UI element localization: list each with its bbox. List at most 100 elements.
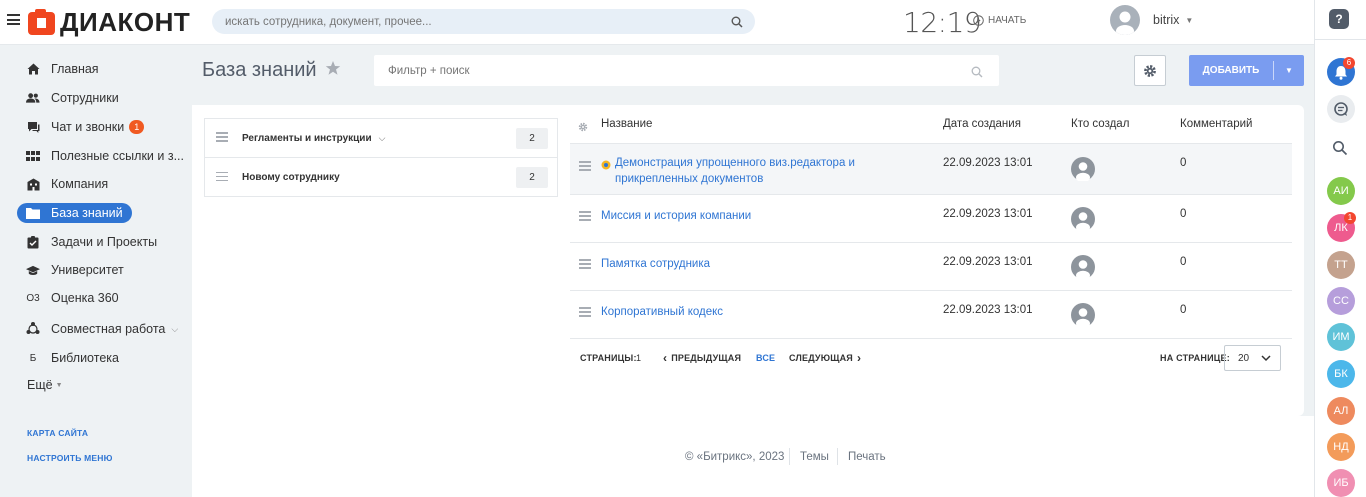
themes-link[interactable]: Темы: [800, 451, 829, 463]
search-icon[interactable]: [1332, 140, 1348, 161]
sidebar-item-tasks[interactable]: Задачи и Проекты: [17, 232, 157, 252]
contact-avatar[interactable]: СС: [1327, 287, 1355, 315]
next-page-button[interactable]: СЛЕДУЮЩАЯ ›: [789, 352, 861, 364]
next-page-label: СЛЕДУЮЩАЯ: [789, 353, 853, 363]
graduation-cap-icon: [26, 263, 40, 277]
contact-avatar[interactable]: АЛ: [1327, 397, 1355, 425]
add-button-label: ДОБАВИТЬ: [1202, 65, 1260, 76]
drag-handle-icon[interactable]: [579, 259, 591, 271]
filter-search[interactable]: [374, 55, 999, 86]
help-button[interactable]: ?: [1329, 9, 1349, 29]
drag-handle-icon[interactable]: [579, 161, 591, 173]
sidebar-item-university[interactable]: Университет: [17, 260, 124, 280]
sidebar-item-more[interactable]: Ещё ▼: [17, 375, 63, 395]
table-row[interactable]: Демонстрация упрощенного виз.редактора и…: [570, 144, 1292, 195]
sidebar-item-knowledge-base[interactable]: База знаний: [17, 203, 132, 223]
section-label[interactable]: Регламенты и инструкции: [242, 133, 372, 144]
drag-handle-icon[interactable]: [216, 132, 228, 144]
contact-initials: ЛК: [1334, 222, 1348, 234]
all-pages-button[interactable]: ВСЕ: [756, 353, 775, 363]
settings-button[interactable]: [1134, 55, 1166, 86]
document-link[interactable]: Миссия и история компании: [601, 208, 751, 224]
library-icon: Б: [29, 352, 37, 364]
column-header-comments[interactable]: Комментарий: [1180, 118, 1252, 130]
section-label[interactable]: Новому сотруднику: [242, 172, 340, 183]
notifications-badge: 6: [1343, 57, 1355, 69]
table-row[interactable]: Миссия и история компании 22.09.2023 13:…: [570, 195, 1292, 243]
column-header-name[interactable]: Название: [601, 118, 652, 130]
clock: 12:19: [903, 6, 982, 39]
drag-handle-icon[interactable]: [579, 211, 591, 223]
sidebar-item-home[interactable]: Главная: [17, 59, 99, 79]
section-item[interactable]: Регламенты и инструкции ⌵ 2: [205, 119, 557, 158]
configure-menu-link[interactable]: НАСТРОИТЬ МЕНЮ: [27, 453, 113, 463]
document-link[interactable]: Корпоративный кодекс: [601, 304, 723, 320]
user-menu[interactable]: bitrix ▼: [1110, 5, 1193, 35]
global-search[interactable]: [212, 9, 755, 34]
drag-handle-icon[interactable]: [579, 307, 591, 319]
document-link[interactable]: Демонстрация упрощенного виз.редактора и…: [615, 155, 875, 187]
prev-page-button[interactable]: ‹ ПРЕДЫДУЩАЯ: [663, 352, 742, 364]
per-page-select[interactable]: 20: [1224, 345, 1281, 371]
table-row[interactable]: Памятка сотрудника 22.09.2023 13:01 0: [570, 243, 1292, 291]
sidebar-item-collaboration[interactable]: Совместная работа ⌵: [17, 319, 178, 339]
sidebar-item-chat[interactable]: Чат и звонки 1: [17, 117, 145, 137]
unread-badge: 1: [129, 120, 145, 134]
contact-avatar[interactable]: ИБ: [1327, 469, 1355, 497]
per-page-value: 20: [1238, 352, 1250, 364]
add-button[interactable]: ДОБАВИТЬ ▼: [1189, 55, 1304, 86]
search-icon[interactable]: [731, 15, 743, 33]
contact-avatar[interactable]: АИ: [1327, 177, 1355, 205]
global-search-input[interactable]: [212, 9, 702, 34]
chevron-down-icon[interactable]: ⌵: [171, 324, 178, 335]
tasks-icon: [26, 235, 40, 249]
contact-avatar[interactable]: БК: [1327, 360, 1355, 388]
page-title: База знаний: [202, 59, 341, 82]
contact-avatar[interactable]: ИМ: [1327, 323, 1355, 351]
column-header-author[interactable]: Кто создал: [1071, 118, 1129, 130]
start-workday-button[interactable]: НАЧАТЬ: [973, 15, 1026, 26]
drag-handle-icon[interactable]: [216, 171, 228, 184]
contact-badge: 1: [1344, 212, 1356, 224]
created-date: 22.09.2023 13:01: [943, 256, 1033, 268]
sidebar-item-useful-links[interactable]: Полезные ссылки и з...: [17, 146, 184, 166]
play-icon: [973, 15, 984, 26]
table-row[interactable]: Корпоративный кодекс 22.09.2023 13:01 0: [570, 291, 1292, 339]
sidebar-item-label: Чат и звонки: [51, 120, 125, 134]
sidebar-item-review-360[interactable]: O3 Оценка 360: [17, 288, 118, 308]
document-link[interactable]: Памятка сотрудника: [601, 256, 710, 272]
author-avatar[interactable]: [1071, 255, 1095, 281]
gear-icon[interactable]: [578, 119, 588, 137]
star-icon[interactable]: [325, 59, 341, 82]
created-date: 22.09.2023 13:01: [943, 208, 1033, 220]
author-avatar[interactable]: [1071, 157, 1095, 183]
contact-avatar[interactable]: ТТ: [1327, 251, 1355, 279]
user-name[interactable]: bitrix: [1153, 13, 1179, 27]
company-logo[interactable]: ДИАКОНТ: [28, 7, 190, 38]
chevron-down-icon[interactable]: ▼: [1185, 16, 1193, 25]
filter-search-input[interactable]: [374, 55, 954, 86]
sitemap-link[interactable]: КАРТА САЙТА: [27, 428, 88, 438]
sidebar-item-library[interactable]: Б Библиотека: [17, 348, 119, 368]
messenger-button[interactable]: [1327, 95, 1355, 123]
user-avatar[interactable]: [1110, 5, 1140, 35]
shared-doc-icon: [601, 157, 611, 175]
sidebar-item-company[interactable]: Компания: [17, 174, 108, 194]
contact-avatar[interactable]: ЛК 1: [1327, 212, 1356, 242]
contact-avatar[interactable]: НД: [1327, 433, 1355, 461]
sidebar-item-label: Сотрудники: [51, 91, 119, 105]
sidebar-item-label: Ещё: [27, 378, 53, 392]
chevron-down-icon[interactable]: ⌵: [379, 133, 386, 144]
author-avatar[interactable]: [1071, 303, 1095, 329]
chevron-down-icon[interactable]: ▼: [1274, 66, 1304, 75]
sidebar-item-employees[interactable]: Сотрудники: [17, 88, 119, 108]
menu-burger-icon[interactable]: [7, 14, 20, 25]
prev-page-label: ПРЕДЫДУЩАЯ: [671, 353, 742, 363]
print-link[interactable]: Печать: [848, 451, 886, 463]
search-icon[interactable]: [971, 65, 983, 83]
notifications-button[interactable]: 6: [1327, 57, 1355, 86]
left-sidebar: Главная Сотрудники Чат и звонки 1 Полезн…: [0, 46, 192, 497]
author-avatar[interactable]: [1071, 207, 1095, 233]
column-header-date[interactable]: Дата создания: [943, 118, 1021, 130]
section-item[interactable]: Новому сотруднику 2: [205, 158, 557, 197]
